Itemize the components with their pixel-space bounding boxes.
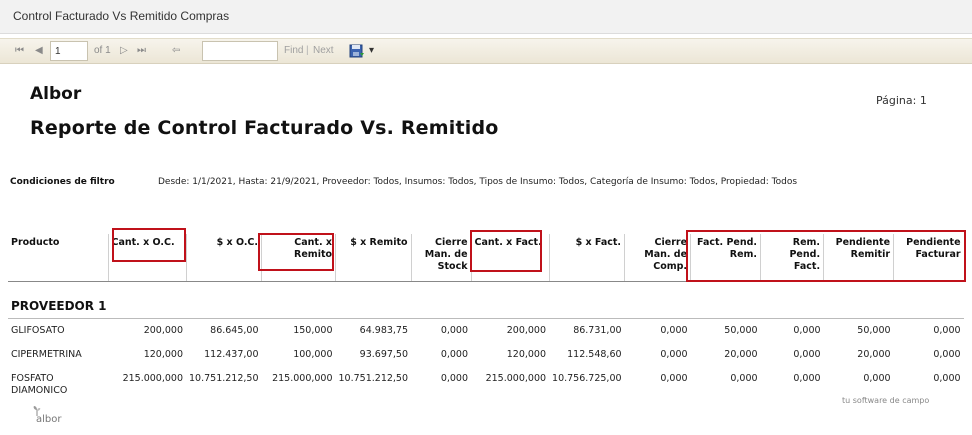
find-link[interactable]: Find bbox=[284, 45, 303, 57]
table-cell: 0,000 bbox=[793, 325, 821, 336]
footer-logo-text: albor bbox=[36, 414, 62, 425]
table-cell: 10.751.212,50 bbox=[189, 373, 259, 384]
spacer-row bbox=[8, 282, 964, 297]
company-name: Albor bbox=[30, 84, 82, 104]
table-cell: 20,000 bbox=[857, 349, 891, 360]
group-label: PROVEEDOR 1 bbox=[8, 296, 964, 319]
col-header: Cant. x O.C. bbox=[108, 234, 187, 282]
col-header: $ x Remito bbox=[335, 234, 412, 282]
first-page-icon[interactable]: ⏮ bbox=[15, 45, 24, 57]
filter-label: Condiciones de filtro bbox=[10, 177, 115, 187]
table-header-row: Producto Cant. x O.C. $ x O.C. Cant. x R… bbox=[8, 234, 964, 282]
table-cell: 100,000 bbox=[293, 349, 333, 360]
table-cell: 64.983,75 bbox=[359, 325, 409, 336]
table-row: GLIFOSATO 200,000 86.645,00 150,000 64.9… bbox=[8, 319, 964, 344]
page-number-input[interactable] bbox=[50, 41, 88, 61]
filter-conditions: Desde: 1/1/2021, Hasta: 21/9/2021, Prove… bbox=[158, 177, 798, 187]
table-cell: 150,000 bbox=[293, 325, 333, 336]
table-row: FOSFATO DIAMONICO 215.000,000 10.751.212… bbox=[8, 367, 964, 403]
table-cell: 112.548,60 bbox=[567, 349, 622, 360]
group-row: PROVEEDOR 1 bbox=[8, 296, 964, 319]
export-dropdown-icon[interactable]: ▾ bbox=[369, 45, 374, 57]
footer-tagline: tu software de campo bbox=[842, 396, 930, 405]
table-cell: 0,000 bbox=[660, 349, 688, 360]
col-header: Cierre Man. de Stock bbox=[411, 234, 472, 282]
table-cell: 50,000 bbox=[857, 325, 891, 336]
table-cell: 20,000 bbox=[724, 349, 758, 360]
table-cell: 215.000,000 bbox=[272, 373, 333, 384]
col-header: $ x Fact. bbox=[549, 234, 626, 282]
table-cell: 0,000 bbox=[660, 325, 688, 336]
table-cell: 112.437,00 bbox=[204, 349, 259, 360]
page-count-label: of 1 bbox=[94, 45, 111, 56]
table-cell: 93.697,50 bbox=[359, 349, 409, 360]
report-toolbar: ⏮ ◀ of 1 ▷ ⏭ ⇦ Find | Next ▾ bbox=[0, 38, 972, 64]
col-header: Producto bbox=[8, 234, 109, 282]
table-cell: 0,000 bbox=[440, 373, 469, 384]
table-cell: 86.731,00 bbox=[573, 325, 622, 336]
col-header: Cierre Man. de Comp. bbox=[624, 234, 692, 282]
table-cell: 86.645,00 bbox=[210, 325, 259, 336]
save-icon[interactable] bbox=[349, 44, 365, 58]
table-cell: 120,000 bbox=[143, 349, 183, 360]
cell-product: CIPERMETRINA bbox=[11, 349, 82, 360]
window-titlebar: Control Facturado Vs Remitido Compras bbox=[0, 0, 972, 34]
col-header: Pendiente Remitir bbox=[823, 234, 895, 282]
next-page-icon[interactable]: ▷ bbox=[120, 45, 128, 57]
last-page-icon[interactable]: ⏭ bbox=[137, 45, 146, 57]
table-cell: 0,000 bbox=[730, 373, 758, 384]
prev-page-icon[interactable]: ◀ bbox=[35, 45, 43, 57]
table-cell: 0,000 bbox=[933, 349, 961, 360]
report-title: Reporte de Control Facturado Vs. Remitid… bbox=[30, 117, 499, 139]
back-icon[interactable]: ⇦ bbox=[172, 45, 180, 57]
table-cell: 0,000 bbox=[440, 325, 469, 336]
table-cell: 120,000 bbox=[506, 349, 547, 360]
table-cell: 215.000,000 bbox=[485, 373, 547, 384]
table-cell: 215.000,000 bbox=[122, 373, 183, 384]
table-cell: 0,000 bbox=[933, 325, 961, 336]
table-cell: 10.751.212,50 bbox=[338, 373, 409, 384]
col-header: Cant. x Fact. bbox=[471, 234, 550, 282]
report-table: Producto Cant. x O.C. $ x O.C. Cant. x R… bbox=[8, 234, 964, 403]
toolbar-separator: | bbox=[306, 45, 309, 56]
col-header: Cant. x Remito bbox=[261, 234, 337, 282]
page-number-label: Página: 1 bbox=[876, 94, 927, 107]
col-header: Rem. Pend. Fact. bbox=[760, 234, 825, 282]
find-input[interactable] bbox=[202, 41, 278, 61]
table-cell: 0,000 bbox=[660, 373, 688, 384]
col-header: Fact. Pend. Rem. bbox=[690, 234, 762, 282]
cell-product: GLIFOSATO bbox=[11, 325, 65, 336]
table-cell: 0,000 bbox=[793, 349, 821, 360]
table-cell: 10.756.725,00 bbox=[552, 373, 622, 384]
col-header: Pendiente Facturar bbox=[893, 234, 964, 282]
table-cell: 200,000 bbox=[506, 325, 547, 336]
window-title: Control Facturado Vs Remitido Compras bbox=[13, 9, 230, 23]
cell-product: FOSFATO DIAMONICO bbox=[11, 373, 68, 396]
table-cell: 200,000 bbox=[143, 325, 183, 336]
next-link[interactable]: Next bbox=[313, 45, 334, 57]
table-cell: 0,000 bbox=[793, 373, 821, 384]
col-header: $ x O.C. bbox=[186, 234, 263, 282]
table-cell: 50,000 bbox=[724, 325, 758, 336]
table-row: CIPERMETRINA 120,000 112.437,00 100,000 … bbox=[8, 343, 964, 367]
table-cell: 0,000 bbox=[440, 349, 469, 360]
